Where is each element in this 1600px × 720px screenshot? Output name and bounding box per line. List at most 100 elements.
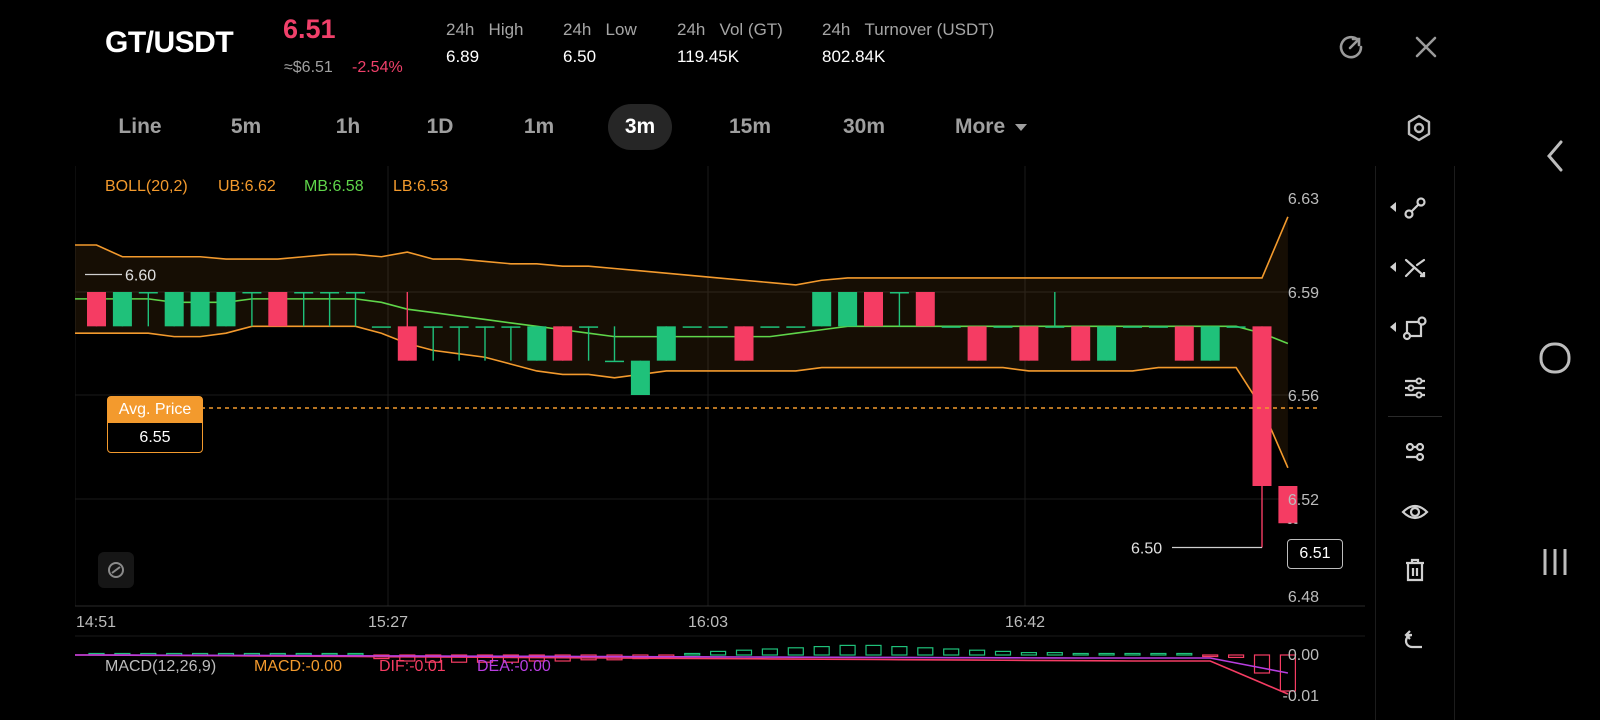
stat-volume: 24h Vol (GT) 119.45K: [677, 20, 783, 67]
tab-more-label: More: [954, 115, 1006, 138]
tab-1d[interactable]: 1D: [418, 104, 462, 150]
stat-period: 24h: [446, 20, 475, 39]
pair-title[interactable]: GT/USDT: [105, 26, 234, 60]
home-icon[interactable]: [1510, 336, 1600, 380]
tab-1m[interactable]: 1m: [514, 104, 564, 150]
avg-price-value: 6.55: [139, 429, 171, 446]
auto-scale-icon[interactable]: [98, 552, 134, 588]
macd-axis-tick: -0.01: [1283, 688, 1320, 705]
change-percent: -2.54%: [352, 59, 403, 76]
stat-label: Low: [605, 20, 637, 39]
avg-price-label: Avg. Price: [108, 397, 202, 423]
stat-label: High: [488, 20, 524, 39]
candle-body: [112, 292, 132, 327]
candle-body: [475, 326, 495, 328]
candle-body: [423, 326, 443, 328]
refresh-icon[interactable]: [1334, 30, 1368, 64]
chart-background: [75, 166, 1375, 720]
tool-cross[interactable]: [1376, 248, 1454, 288]
y-axis-tick: 6.56: [1288, 388, 1319, 405]
candle-body: [708, 326, 728, 328]
low-marker-label: 6.50: [1131, 541, 1162, 558]
y-axis-tick: 6.52: [1288, 492, 1319, 509]
candle-body: [993, 326, 1013, 328]
candle-body: [501, 326, 521, 328]
boll-lb: LB:6.53: [393, 178, 449, 195]
levels-icon: [1405, 377, 1425, 399]
back-icon[interactable]: [1510, 136, 1600, 176]
y-axis-tick: 6.63: [1288, 191, 1319, 208]
candle-body: [190, 292, 210, 327]
tool-trendline[interactable]: [1376, 188, 1454, 228]
stat-low: 24h Low 6.50: [563, 20, 637, 67]
macd-dif: DIF:-0.01: [379, 658, 446, 675]
tab-3m[interactable]: 3m: [608, 104, 672, 150]
candle-body: [87, 292, 106, 327]
candle-body: [1123, 326, 1142, 328]
tool-undo[interactable]: [1376, 621, 1454, 661]
tab-15m[interactable]: 15m: [720, 104, 780, 150]
candle-body: [397, 326, 417, 361]
tab-5m[interactable]: 5m: [220, 104, 272, 150]
tab-more[interactable]: More: [948, 104, 1034, 150]
stat-high: 24h High 6.89: [446, 20, 524, 67]
candle-body: [138, 292, 158, 294]
stat-period: 24h: [563, 20, 592, 39]
stat-value: 6.89: [446, 47, 480, 66]
candle-body: [967, 326, 987, 361]
high-marker-label: 6.60: [125, 268, 156, 285]
expand-caret-icon: [1390, 202, 1396, 212]
candle-body: [656, 326, 676, 361]
polygon-icon: [1402, 316, 1427, 341]
candle-body: [1200, 326, 1220, 361]
recents-icon[interactable]: [1510, 542, 1600, 582]
avg-price-marker[interactable]: Avg. Price 6.55: [107, 396, 203, 453]
x-axis-tick: 16:03: [688, 614, 728, 631]
candle-body: [579, 326, 599, 328]
candle-body: [734, 326, 754, 361]
candle-body: [1226, 326, 1246, 328]
candle-body: [216, 292, 236, 327]
candlestick-chart[interactable]: 6.50 6.60 6.63 6.59 6.56 6.52 6.48 14:51 15:27 16…: [75, 166, 1375, 720]
cross-lines-icon: [1404, 258, 1426, 278]
settings-icon[interactable]: [1402, 111, 1436, 145]
stat-period: 24h: [677, 20, 706, 39]
tool-fib[interactable]: [1376, 368, 1454, 408]
tool-visibility[interactable]: [1376, 492, 1454, 532]
candle-body: [242, 292, 262, 294]
candle-body: [915, 292, 935, 327]
candle-body: [1071, 326, 1091, 361]
tab-30m[interactable]: 30m: [834, 104, 894, 150]
candle-body: [449, 326, 469, 328]
candle-body: [1097, 326, 1117, 361]
close-icon[interactable]: [1409, 30, 1443, 64]
tool-delete[interactable]: [1376, 550, 1454, 590]
tool-shape[interactable]: [1376, 308, 1454, 348]
candle-body: [812, 292, 832, 327]
candle-body: [605, 360, 624, 363]
boll-mb: MB:6.58: [304, 178, 364, 195]
system-nav: [1510, 0, 1600, 720]
tool-indicators[interactable]: [1376, 432, 1454, 472]
candle-body: [346, 292, 365, 294]
drawing-toolbar: [1375, 166, 1455, 720]
candle-body: [1019, 326, 1039, 361]
macd-axis-tick: 0.00: [1288, 647, 1319, 664]
candle-body: [1252, 326, 1272, 486]
macd-name[interactable]: MACD(12,26,9): [105, 658, 216, 676]
y-axis-tick: 6.48: [1288, 589, 1319, 606]
candle-body: [320, 292, 340, 294]
stat-value: 6.50: [563, 47, 597, 66]
tab-1h[interactable]: 1h: [326, 104, 370, 150]
boll-name[interactable]: BOLL(20,2): [105, 178, 188, 196]
candle-body: [527, 326, 547, 361]
tab-line[interactable]: Line: [110, 104, 170, 150]
candle-body: [786, 326, 806, 328]
timeframe-tabs: Line 5m 1h 1D 1m 3m 15m 30m More: [100, 104, 1360, 150]
candle-body: [268, 292, 288, 327]
trash-icon: [1406, 558, 1424, 582]
candle-body: [553, 326, 573, 361]
stat-value: 119.45K: [677, 47, 740, 66]
stat-period: 24h: [822, 20, 851, 39]
stat-turnover: 24h Turnover (USDT) 802.84K: [822, 20, 994, 67]
